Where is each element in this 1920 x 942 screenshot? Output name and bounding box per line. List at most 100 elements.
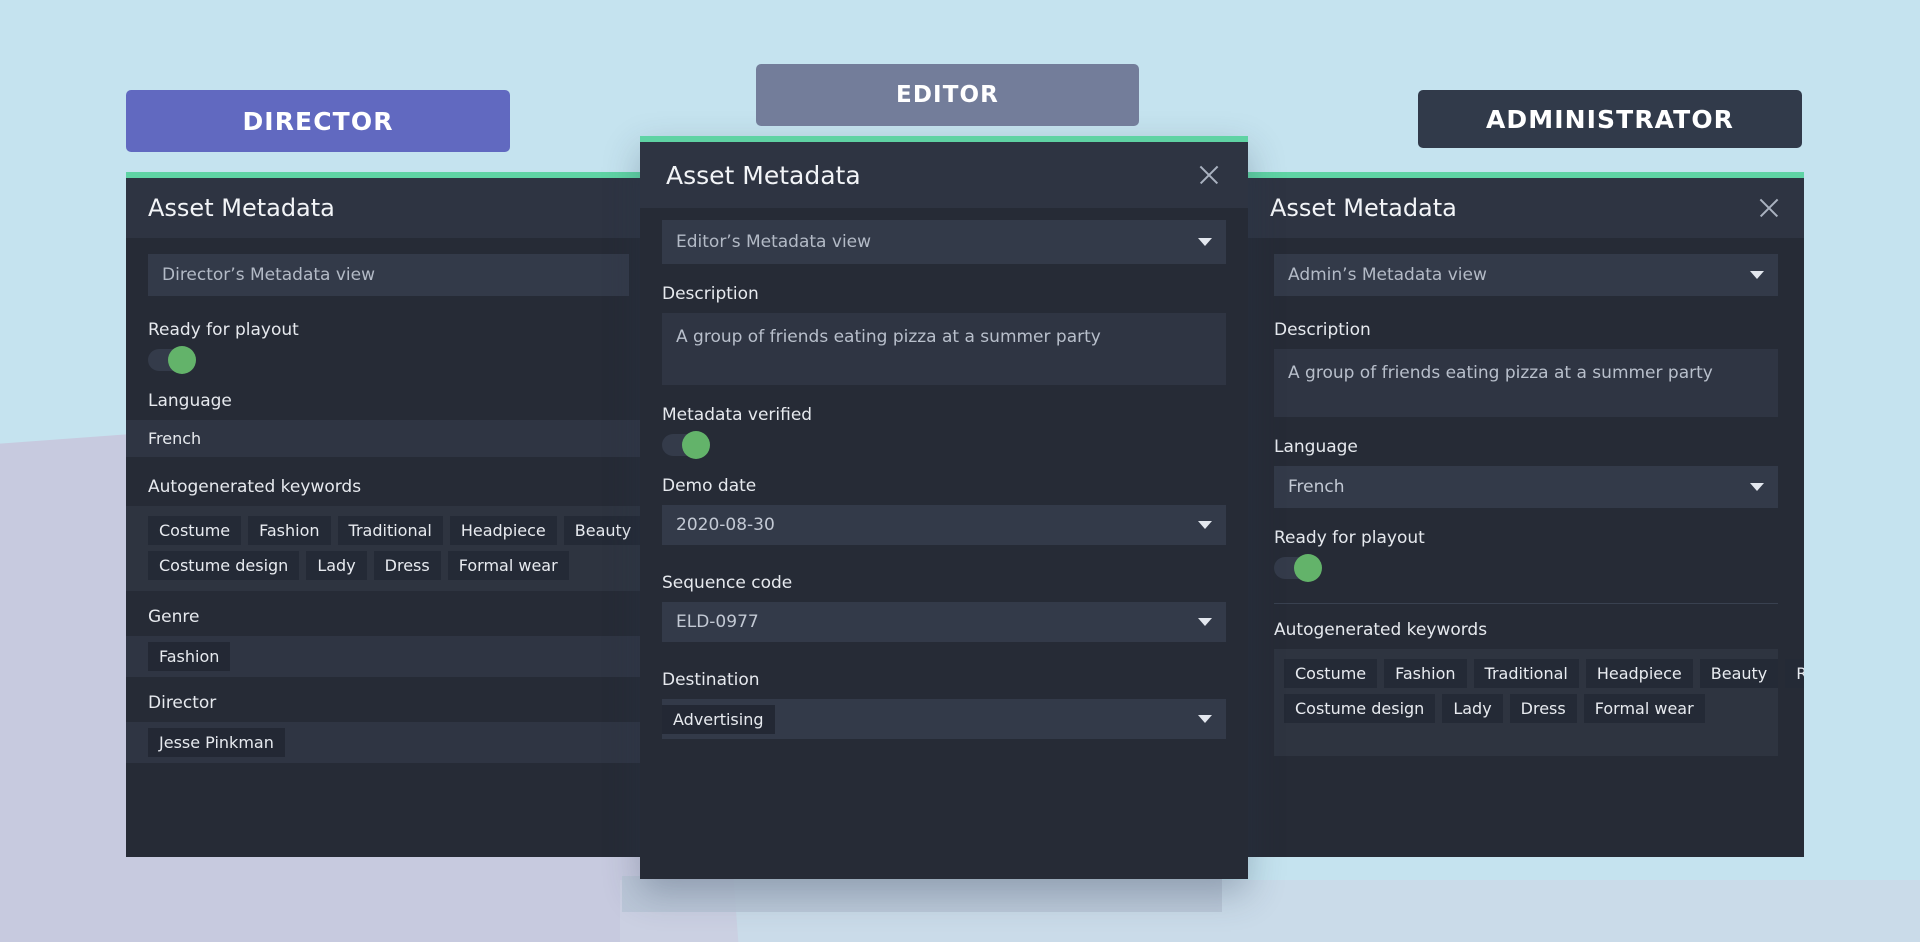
admin-keywords-field: Autogenerated keywords CostumeFashion Tra…	[1248, 620, 1804, 756]
editor-sequence-code-select[interactable]: ELD-0977	[662, 602, 1226, 642]
admin-ready-label: Ready for playout	[1274, 528, 1778, 557]
director-language-value: French	[148, 427, 201, 450]
director-keywords-container: CostumeFashion TraditionalHeadpieceBeauty…	[126, 506, 651, 591]
director-keywords-label: Autogenerated keywords	[148, 477, 629, 506]
admin-keywords-label: Autogenerated keywords	[1274, 620, 1778, 649]
role-tab-director[interactable]: DIRECTOR	[126, 90, 510, 152]
editor-demo-date-select[interactable]: 2020-08-30	[662, 505, 1226, 545]
admin-view-selector-value: Admin’s Metadata view	[1288, 265, 1487, 285]
keyword-chip[interactable]: Costume	[1284, 659, 1377, 688]
director-view-selector-value: Director’s Metadata view	[162, 265, 375, 285]
admin-keywords-container: CostumeFashion TraditionalHeadpieceBeauty…	[1274, 649, 1778, 756]
keyword-chip[interactable]: Headpiece	[1586, 659, 1693, 688]
keyword-chip[interactable]: Beauty	[1700, 659, 1779, 688]
director-language-field: Language	[126, 391, 651, 420]
editor-metadata-verified-toggle-knob	[682, 431, 710, 459]
director-genre-field: Genre	[126, 607, 651, 636]
role-tab-director-label: DIRECTOR	[242, 107, 393, 136]
admin-panel-title: Asset Metadata	[1270, 194, 1457, 222]
keyword-chip[interactable]: Red	[1785, 659, 1804, 688]
director-panel-header: Asset Metadata	[126, 178, 651, 238]
editor-view-selector-value: Editor’s Metadata view	[676, 232, 871, 252]
admin-description-input[interactable]: A group of friends eating pizza at a sum…	[1274, 349, 1778, 417]
keyword-chip[interactable]: Costume design	[148, 551, 299, 580]
admin-language-field: Language French	[1248, 437, 1804, 508]
director-ready-toggle[interactable]	[148, 349, 194, 371]
admin-panel-body: Admin’s Metadata view Description A grou…	[1248, 238, 1804, 857]
editor-panel-body: Editor’s Metadata view Description A gro…	[640, 208, 1248, 879]
editor-panel-header: Asset Metadata	[640, 142, 1248, 208]
keyword-chip[interactable]: Beauty	[564, 516, 643, 545]
director-genre-label: Genre	[148, 607, 629, 636]
close-icon[interactable]	[1196, 162, 1222, 188]
keyword-chip[interactable]: Costume	[148, 516, 241, 545]
editor-destination-field: Destination Advertising	[640, 670, 1248, 739]
editor-destination-label: Destination	[662, 670, 1226, 699]
editor-view-selector-wrap: Editor’s Metadata view	[640, 220, 1248, 264]
keyword-chip[interactable]: Fashion	[1384, 659, 1466, 688]
keyword-chip[interactable]: Costume design	[1284, 694, 1435, 723]
director-panel-title: Asset Metadata	[148, 194, 335, 222]
editor-sequence-code-label: Sequence code	[662, 573, 1226, 602]
keyword-chip[interactable]: Headpiece	[450, 516, 557, 545]
admin-keywords-row-1: CostumeFashionTraditionalHeadpieceBeauty…	[1284, 659, 1768, 688]
editor-metadata-verified-label: Metadata verified	[662, 405, 1226, 434]
director-genre-value-box[interactable]: Fashion	[126, 636, 651, 677]
role-tab-editor[interactable]: EDITOR	[756, 64, 1139, 126]
director-director-field: Director	[126, 693, 651, 722]
editor-sequence-code-field: Sequence code ELD-0977	[640, 573, 1248, 642]
admin-description-value: A group of friends eating pizza at a sum…	[1288, 363, 1713, 383]
keyword-chip[interactable]: Formal wear	[448, 551, 569, 580]
chevron-down-icon	[1198, 715, 1212, 723]
keyword-chip[interactable]: Lady	[1442, 694, 1502, 723]
director-language-label: Language	[148, 391, 629, 420]
editor-sequence-code-value: ELD-0977	[676, 612, 759, 632]
director-genre-value: Fashion	[148, 642, 230, 671]
admin-view-selector[interactable]: Admin’s Metadata view	[1274, 254, 1778, 296]
admin-ready-toggle[interactable]	[1274, 557, 1320, 579]
role-tab-administrator-label: ADMINISTRATOR	[1486, 105, 1734, 134]
director-language-value-wrap: French	[126, 420, 651, 457]
editor-demo-date-label: Demo date	[662, 476, 1226, 505]
editor-description-label: Description	[662, 284, 1226, 313]
keyword-chip[interactable]: Traditional	[338, 516, 443, 545]
editor-description-field: Description A group of friends eating pi…	[640, 284, 1248, 385]
keyword-chip[interactable]: Fashion	[248, 516, 330, 545]
editor-destination-select[interactable]: Advertising	[662, 699, 1226, 739]
close-icon[interactable]	[1756, 195, 1782, 221]
director-view-selector-wrap: Director’s Metadata view	[126, 254, 651, 296]
director-director-value: Jesse Pinkman	[148, 728, 285, 757]
director-director-label: Director	[148, 693, 629, 722]
admin-description-field: Description A group of friends eating pi…	[1248, 320, 1804, 417]
director-panel-body: Director’s Metadata view Ready for playo…	[126, 238, 651, 857]
editor-panel-title: Asset Metadata	[666, 161, 861, 190]
editor-metadata-verified-toggle[interactable]	[662, 434, 708, 456]
keyword-chip[interactable]: Dress	[1510, 694, 1577, 723]
director-view-selector[interactable]: Director’s Metadata view	[148, 254, 629, 296]
role-tab-administrator[interactable]: ADMINISTRATOR	[1418, 90, 1802, 148]
editor-description-input[interactable]: A group of friends eating pizza at a sum…	[662, 313, 1226, 385]
director-director-value-box[interactable]: Jesse Pinkman	[126, 722, 651, 763]
director-ready-field: Ready for playout	[126, 320, 651, 371]
admin-keywords-row-2: Costume designLady DressFormal wear	[1284, 694, 1768, 723]
keyword-chip[interactable]: Traditional	[1474, 659, 1579, 688]
director-keywords-row-1: CostumeFashion TraditionalHeadpieceBeauty…	[148, 516, 651, 545]
director-metadata-panel: Asset Metadata Director’s Metadata view …	[126, 172, 651, 857]
chevron-down-icon	[1198, 618, 1212, 626]
keyword-chip[interactable]: Dress	[374, 551, 441, 580]
admin-ready-toggle-knob	[1294, 554, 1322, 582]
editor-view-selector[interactable]: Editor’s Metadata view	[662, 220, 1226, 264]
keyword-chip[interactable]: Formal wear	[1584, 694, 1705, 723]
director-language-value-box[interactable]: French	[126, 420, 651, 457]
editor-metadata-verified-field: Metadata verified	[640, 405, 1248, 456]
editor-description-value: A group of friends eating pizza at a sum…	[676, 327, 1101, 347]
editor-panel-shadow	[622, 876, 1222, 912]
admin-language-label: Language	[1274, 437, 1778, 466]
keyword-chip[interactable]: Lady	[306, 551, 366, 580]
admin-panel-header: Asset Metadata	[1248, 178, 1804, 238]
director-keywords-row-2: Costume designLady DressFormal wear	[148, 551, 651, 580]
editor-demo-date-value: 2020-08-30	[676, 515, 775, 535]
director-keywords-field: Autogenerated keywords	[126, 477, 651, 506]
administrator-metadata-panel: Asset Metadata Admin’s Metadata view Des…	[1248, 172, 1804, 857]
admin-language-select[interactable]: French	[1274, 466, 1778, 508]
